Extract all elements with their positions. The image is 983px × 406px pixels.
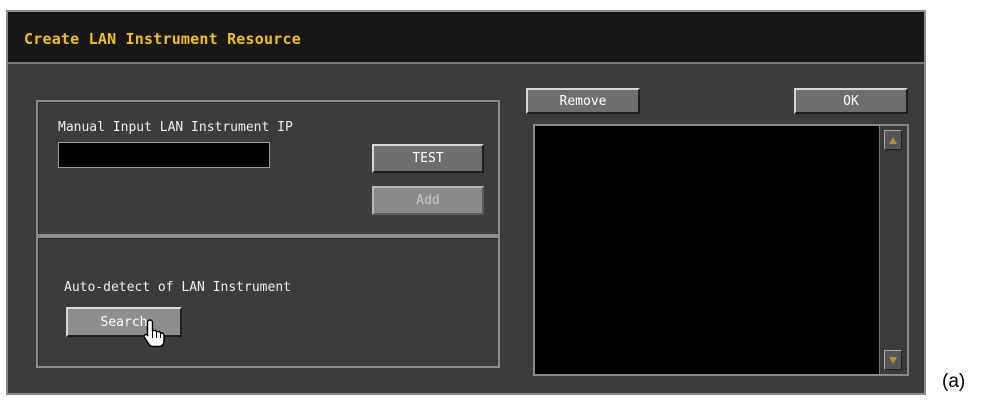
- resource-list-scrollbar[interactable]: [879, 126, 907, 374]
- scroll-up-arrow-icon[interactable]: [884, 130, 902, 150]
- title-bar: Create LAN Instrument Resource: [8, 12, 924, 64]
- add-button[interactable]: Add: [372, 186, 484, 215]
- dialog-title: Create LAN Instrument Resource: [24, 30, 301, 48]
- auto-detect-label: Auto-detect of LAN Instrument: [64, 280, 291, 295]
- figure-caption: (a): [942, 371, 966, 392]
- hand-pointer-icon: [143, 319, 165, 348]
- ok-button[interactable]: OK: [794, 88, 908, 114]
- scroll-down-arrow-icon[interactable]: [884, 350, 902, 370]
- manual-input-label: Manual Input LAN Instrument IP: [58, 120, 293, 135]
- ip-address-input[interactable]: [58, 142, 270, 168]
- auto-detect-panel: [36, 236, 500, 368]
- test-button[interactable]: TEST: [372, 144, 484, 173]
- remove-button[interactable]: Remove: [526, 88, 640, 114]
- instrument-resource-list[interactable]: [533, 124, 909, 376]
